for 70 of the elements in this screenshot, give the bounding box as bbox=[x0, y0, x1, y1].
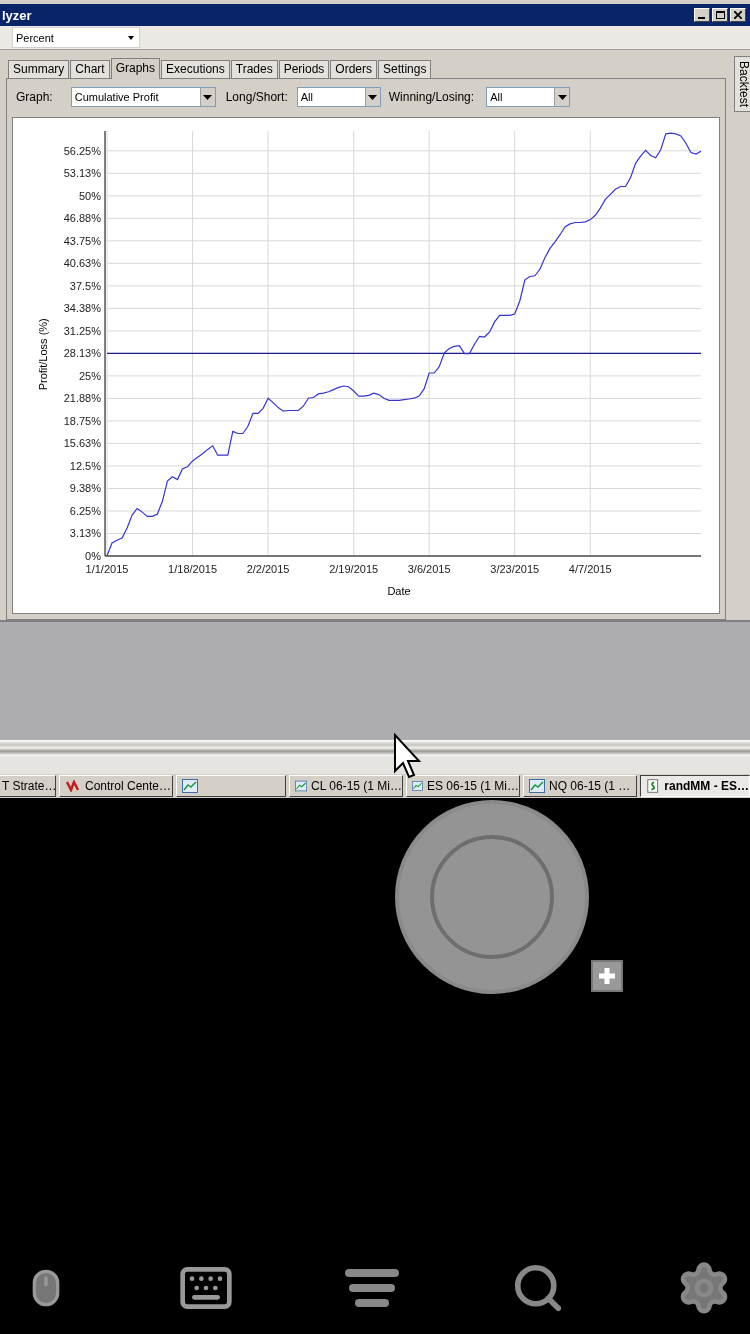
taskbar-button[interactable]: ES 06-15 (1 Mi… bbox=[406, 775, 520, 797]
y-tick-label: 0% bbox=[85, 550, 101, 562]
taskbar-button[interactable]: NQ 06-15 (1 … bbox=[523, 775, 637, 797]
unit-dropdown[interactable]: Percent bbox=[12, 27, 140, 48]
y-tick-label: 12.5% bbox=[69, 459, 101, 472]
chart-icon bbox=[295, 779, 308, 793]
tab[interactable]: Settings bbox=[378, 60, 432, 78]
x-tick-label: 4/7/2015 bbox=[568, 563, 612, 575]
x-tick-label: 2/2/2015 bbox=[246, 563, 290, 575]
x-tick-label: 3/6/2015 bbox=[407, 563, 451, 575]
x-tick-label: 1/18/2015 bbox=[168, 563, 218, 575]
y-tick-label: 28.13% bbox=[63, 347, 101, 360]
tab[interactable]: Chart bbox=[70, 60, 110, 78]
y-tick-label: 40.63% bbox=[63, 257, 101, 270]
y-tick-label: 18.75% bbox=[63, 414, 101, 427]
tab[interactable]: Periods bbox=[278, 60, 330, 78]
tab[interactable]: Graphs bbox=[110, 58, 161, 79]
maximize-icon bbox=[715, 11, 725, 19]
y-axis-title: Profit/Loss (%) bbox=[37, 318, 49, 391]
y-tick-label: 21.88% bbox=[63, 392, 101, 405]
y-tick-label: 6.25% bbox=[69, 505, 101, 517]
y-tick-label: 3.13% bbox=[69, 527, 101, 540]
filter-label: Winning/Losing: bbox=[388, 90, 475, 104]
close-button[interactable] bbox=[730, 8, 746, 22]
tab[interactable]: Summary bbox=[8, 60, 70, 78]
caret-icon bbox=[203, 94, 213, 100]
filter-dropdown[interactable]: Cumulative Profit bbox=[70, 87, 216, 107]
mouse-cursor-icon bbox=[393, 733, 423, 781]
taskbar-button[interactable]: T Strate… bbox=[0, 775, 56, 797]
tab[interactable]: Trades bbox=[230, 60, 278, 78]
y-tick-label: 43.75% bbox=[63, 234, 101, 247]
tab[interactable]: Executions bbox=[161, 60, 230, 78]
y-tick-label: 34.38% bbox=[63, 302, 101, 315]
window-title: lyzer bbox=[2, 7, 32, 23]
x-axis-title: Date bbox=[387, 585, 411, 597]
taskbar-button[interactable]: randMM - ES… bbox=[640, 775, 750, 797]
filter-dropdown[interactable]: All bbox=[296, 87, 381, 107]
menu-icon[interactable] bbox=[345, 1269, 399, 1307]
caret-icon bbox=[125, 34, 137, 41]
close-icon bbox=[734, 11, 742, 19]
x-tick-label: 2/19/2015 bbox=[329, 563, 379, 575]
chart-icon bbox=[412, 779, 423, 793]
taskbar-button[interactable]: Control Cente… bbox=[59, 775, 173, 797]
y-tick-label: 9.38% bbox=[69, 482, 101, 495]
script-icon bbox=[646, 778, 661, 794]
plus-icon[interactable] bbox=[591, 960, 623, 992]
y-tick-label: 31.25% bbox=[63, 324, 101, 337]
minimize-button[interactable] bbox=[694, 8, 710, 22]
y-tick-label: 56.25% bbox=[63, 144, 101, 157]
tab[interactable]: Orders bbox=[330, 60, 378, 78]
y-tick-label: 53.13% bbox=[63, 167, 101, 180]
y-tick-label: 37.5% bbox=[69, 279, 101, 292]
filter-label: Long/Short: bbox=[225, 90, 288, 104]
splitter-bar[interactable] bbox=[0, 740, 750, 756]
x-tick-label: 1/1/2015 bbox=[85, 563, 129, 575]
taskbar-button[interactable] bbox=[176, 775, 286, 797]
logo-icon bbox=[65, 780, 81, 792]
filter-dropdown[interactable]: All bbox=[486, 87, 571, 107]
y-tick-label: 46.88% bbox=[63, 212, 101, 225]
chart-icon bbox=[529, 779, 545, 793]
filter-label: Graph: bbox=[16, 90, 53, 104]
chart-icon bbox=[182, 779, 198, 793]
y-tick-label: 25% bbox=[78, 369, 101, 382]
caret-icon bbox=[368, 94, 378, 100]
y-tick-label: 15.63% bbox=[63, 437, 101, 450]
taskbar-button[interactable]: CL 06-15 (1 Mi… bbox=[289, 775, 403, 797]
caret-icon bbox=[557, 94, 567, 100]
maximize-button[interactable] bbox=[712, 8, 728, 22]
y-tick-label: 50% bbox=[78, 189, 101, 202]
x-tick-label: 3/23/2015 bbox=[490, 563, 540, 575]
